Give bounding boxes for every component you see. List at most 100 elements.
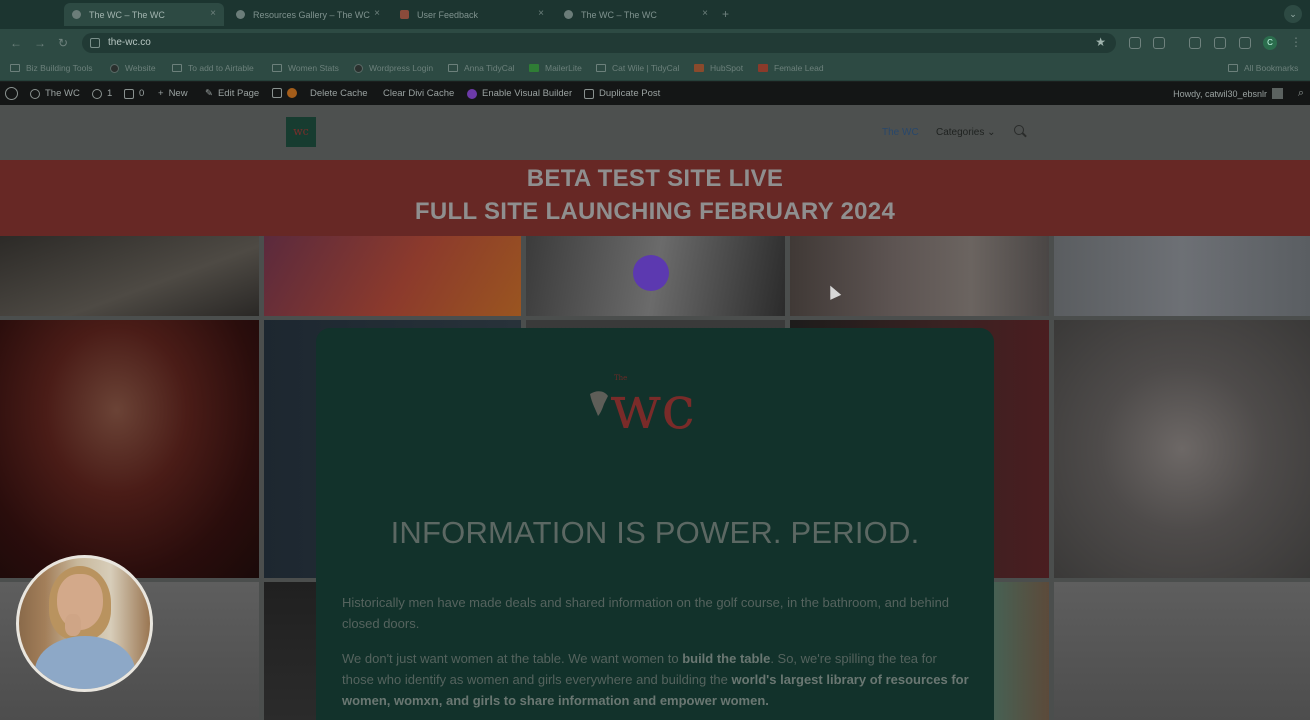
bookmark-female-lead[interactable]: Female Lead bbox=[758, 63, 824, 73]
tab-the-wc-2[interactable]: The WC – The WC × bbox=[556, 3, 716, 26]
plus-icon: + bbox=[158, 88, 164, 99]
tab-the-wc[interactable]: The WC – The WC × bbox=[64, 3, 224, 26]
wp-admin-bar: The WC 1 0 + New ✎ Edit Page Delete Cache … bbox=[0, 82, 1310, 105]
bookmark-hubspot[interactable]: HubSpot bbox=[694, 63, 743, 73]
gallery-image[interactable] bbox=[0, 236, 259, 316]
extension-v-icon[interactable] bbox=[1129, 37, 1141, 49]
bookmark-women-stats[interactable]: Women Stats bbox=[272, 63, 339, 73]
reload-icon[interactable]: ↻ bbox=[58, 36, 68, 50]
back-icon[interactable]: ← bbox=[10, 36, 22, 50]
gallery-image[interactable] bbox=[1054, 582, 1310, 720]
wp-new[interactable]: + New bbox=[158, 88, 188, 99]
extension-puzzle-icon[interactable] bbox=[1153, 37, 1165, 49]
site-info-icon[interactable] bbox=[90, 38, 100, 48]
gallery-image[interactable] bbox=[0, 320, 259, 578]
bookmark-mailerlite[interactable]: MailerLite bbox=[529, 63, 582, 73]
tab-title: Resources Gallery – The WC bbox=[253, 9, 370, 20]
webcam-overlay bbox=[16, 555, 153, 692]
wp-extra-icons[interactable] bbox=[272, 88, 302, 98]
cache-status-icon bbox=[287, 88, 297, 98]
address-bar-row: ← → ↻ the-wc.co ★ C ⋮ bbox=[0, 29, 1310, 57]
nav-categories[interactable]: Categories ⌄ bbox=[936, 127, 996, 138]
bookmark-biz-building-tools[interactable]: Biz Building Tools bbox=[10, 63, 92, 73]
banner-line-2: FULL SITE LAUNCHING FEBRUARY 2024 bbox=[414, 198, 896, 225]
gallery-image[interactable] bbox=[264, 236, 521, 316]
site-header: wc The WC Categories ⌄ bbox=[0, 105, 1310, 160]
url-field[interactable]: the-wc.co ★ bbox=[82, 33, 1116, 53]
bookmark-cat-wile-tidycal[interactable]: Cat Wile | TidyCal bbox=[596, 63, 679, 73]
download-icon[interactable] bbox=[1214, 37, 1226, 49]
user-avatar bbox=[1272, 88, 1283, 99]
wp-edit-page[interactable]: ✎ Edit Page bbox=[205, 88, 259, 99]
wp-search-icon[interactable]: ⌕ bbox=[1298, 87, 1304, 100]
duplicate-icon bbox=[584, 88, 594, 99]
side-panel-icon[interactable] bbox=[1239, 37, 1251, 49]
search-icon[interactable] bbox=[1014, 125, 1024, 135]
refresh-icon bbox=[92, 88, 102, 99]
home-icon bbox=[30, 88, 40, 99]
close-icon[interactable]: × bbox=[210, 8, 216, 19]
folder-icon bbox=[272, 64, 282, 72]
modal-heading: INFORMATION IS POWER. PERIOD. bbox=[390, 515, 920, 550]
bookmark-wordpress-login[interactable]: Wordpress Login bbox=[354, 63, 433, 73]
close-icon[interactable]: × bbox=[702, 8, 708, 19]
tab-title: The WC – The WC bbox=[89, 9, 165, 20]
wp-howdy-user[interactable]: Howdy, catwil30_ebsnlr bbox=[1173, 88, 1283, 99]
modal-paragraph-2: We don't just want women at the table. W… bbox=[342, 651, 969, 708]
beta-banner: BETA TEST SITE LIVE FULL SITE LAUNCHING … bbox=[0, 160, 1310, 236]
plugin-icon bbox=[272, 88, 282, 98]
kebab-menu-icon[interactable]: ⋮ bbox=[1290, 35, 1302, 49]
pencil-icon: ✎ bbox=[205, 88, 213, 99]
wp-delete-cache[interactable]: Delete Cache bbox=[310, 88, 368, 99]
gallery-image[interactable] bbox=[790, 236, 1049, 316]
feedback-favicon-icon bbox=[400, 10, 409, 19]
banner-line-1: BETA TEST SITE LIVE bbox=[526, 165, 784, 192]
wp-updates[interactable]: 1 bbox=[92, 88, 112, 99]
wordpress-logo-icon[interactable] bbox=[5, 87, 18, 100]
bookmark-star-icon[interactable]: ★ bbox=[1095, 35, 1106, 49]
all-bookmarks[interactable]: All Bookmarks bbox=[1228, 63, 1298, 73]
new-tab-button[interactable]: + bbox=[722, 7, 729, 21]
site-favicon-icon bbox=[236, 10, 245, 19]
logo-wordmark: wc bbox=[610, 373, 695, 442]
globe-icon bbox=[110, 63, 119, 73]
divi-icon bbox=[467, 88, 477, 99]
wp-comments[interactable]: 0 bbox=[124, 88, 144, 99]
wp-site-name[interactable]: The WC bbox=[30, 88, 80, 99]
chevron-down-icon: ⌄ bbox=[987, 127, 996, 138]
screen: The WC – The WC × Resources Gallery – Th… bbox=[0, 0, 1310, 720]
tab-resources-gallery[interactable]: Resources Gallery – The WC × bbox=[228, 3, 388, 26]
close-icon[interactable]: × bbox=[374, 8, 380, 19]
gallery-image[interactable] bbox=[1054, 320, 1310, 578]
calendar-icon bbox=[448, 64, 458, 72]
extension-menu-icon[interactable] bbox=[1189, 37, 1201, 49]
female-lead-icon bbox=[758, 64, 768, 72]
profile-avatar[interactable]: C bbox=[1263, 36, 1277, 50]
click-highlight-indicator bbox=[633, 255, 669, 291]
bookmark-anna-tidycal[interactable]: Anna TidyCal bbox=[448, 63, 515, 73]
tab-user-feedback[interactable]: User Feedback × bbox=[392, 3, 552, 26]
gallery-image[interactable] bbox=[1054, 236, 1310, 316]
lotus-icon bbox=[590, 391, 608, 416]
tab-title: User Feedback bbox=[417, 9, 479, 20]
forward-icon[interactable]: → bbox=[34, 36, 46, 50]
site-logo[interactable]: wc bbox=[286, 117, 316, 147]
modal-paragraph-1: Historically men have made deals and sha… bbox=[342, 595, 950, 631]
site-favicon-icon bbox=[564, 10, 573, 19]
hubspot-icon bbox=[694, 64, 704, 72]
wp-enable-visual-builder[interactable]: Enable Visual Builder bbox=[467, 88, 572, 99]
bookmark-to-add-to-airtable[interactable]: To add to Airtable bbox=[172, 63, 254, 73]
tab-title: The WC – The WC bbox=[581, 9, 657, 20]
website-viewport: wc The WC Categories ⌄ BETA TEST SITE LI… bbox=[0, 105, 1310, 720]
bookmarks-bar: Biz Building Tools Website To add to Air… bbox=[0, 57, 1310, 81]
nav-the-wc[interactable]: The WC bbox=[882, 127, 919, 138]
folder-icon bbox=[172, 64, 182, 72]
wp-clear-divi-cache[interactable]: Clear Divi Cache bbox=[383, 88, 454, 99]
tab-search-chevron-icon[interactable]: ⌄ bbox=[1284, 5, 1302, 23]
comment-icon bbox=[124, 88, 134, 99]
close-icon[interactable]: × bbox=[538, 8, 544, 19]
url-text: the-wc.co bbox=[108, 37, 151, 48]
wp-duplicate-post[interactable]: Duplicate Post bbox=[584, 88, 660, 99]
browser-tab-bar: The WC – The WC × Resources Gallery – Th… bbox=[0, 0, 1310, 29]
bookmark-website[interactable]: Website bbox=[110, 63, 156, 73]
